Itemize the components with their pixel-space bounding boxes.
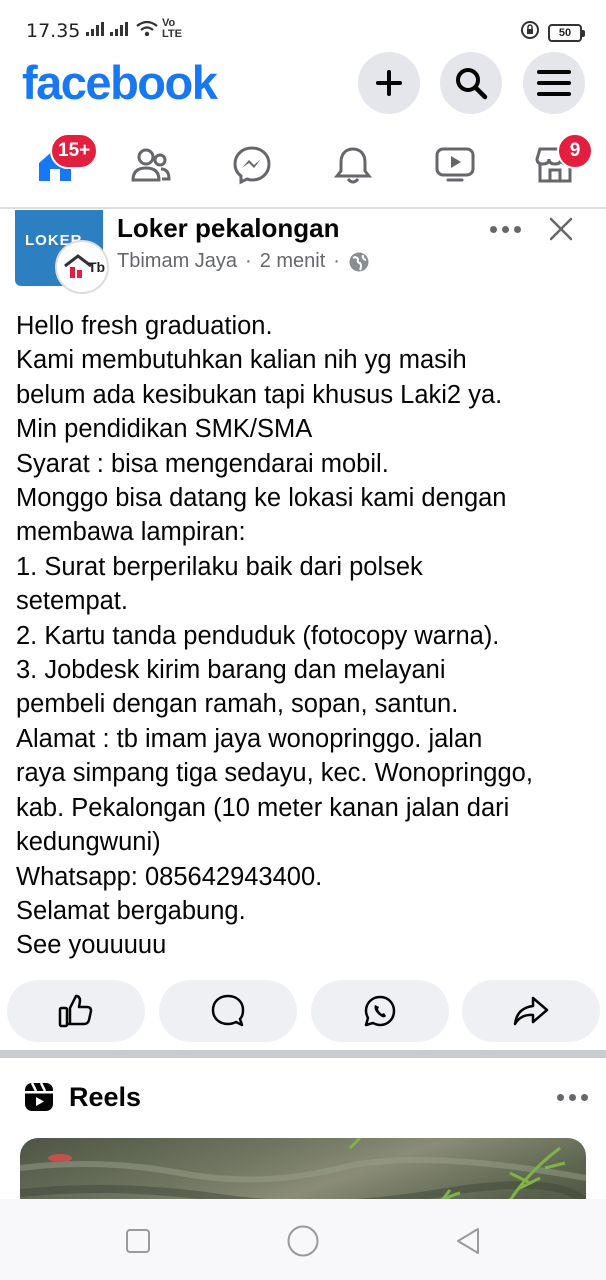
tab-watch[interactable]	[420, 125, 490, 205]
status-time: 17.35	[26, 20, 81, 42]
marketplace-badge: 9	[557, 133, 593, 169]
video-icon	[435, 147, 475, 182]
post-text-line: Hello fresh graduation.	[16, 312, 273, 340]
post-text-line: membawa lampiran:	[16, 518, 246, 547]
post-meta: Tbimam Jaya · 2 menit ·	[117, 250, 370, 273]
post-text-line: 3. Jobdesk kirim barang dan melayani	[16, 656, 446, 685]
recents-button[interactable]	[118, 1221, 158, 1261]
meta-separator-2: ·	[333, 250, 340, 272]
author-avatar[interactable]: Tb	[55, 240, 109, 294]
back-button[interactable]	[448, 1221, 488, 1261]
post-text-line: Min pendidikan SMK/SMA	[16, 415, 313, 444]
share-button[interactable]	[462, 980, 600, 1042]
bell-icon	[334, 147, 372, 184]
close-icon	[549, 217, 573, 241]
dot	[502, 226, 509, 233]
post-text-line: 1. Surat berperilaku baik dari polsek	[16, 552, 423, 581]
menu-button[interactable]	[523, 52, 585, 114]
post-actions	[0, 980, 606, 1042]
square-icon	[126, 1229, 150, 1253]
circle-icon	[287, 1225, 319, 1257]
post-text-line: Monggo bisa datang ke lokasi kami dengan	[16, 484, 507, 513]
search-button[interactable]	[440, 52, 502, 114]
post-text-line: kab. Pekalongan (10 meter kanan jalan da…	[16, 793, 510, 822]
hamburger-icon	[537, 70, 571, 96]
post-text-line: raya simpang tiga sedayu, kec. Wonopring…	[16, 759, 533, 788]
post-text-line: Selamat bergabung.	[16, 896, 246, 925]
dot	[490, 226, 497, 233]
post-text-line: belum ada kesibukan tapi khusus Laki2 ya…	[16, 380, 503, 409]
like-button[interactable]	[7, 980, 145, 1042]
messenger-icon	[233, 146, 271, 185]
tab-friends[interactable]	[116, 125, 186, 205]
dot	[557, 1094, 564, 1101]
friends-icon	[131, 148, 171, 182]
globe-icon	[349, 252, 369, 271]
tab-bar: 15+ 9	[0, 125, 606, 209]
battery-icon: 50	[548, 23, 585, 42]
home-nav-button[interactable]	[283, 1221, 323, 1261]
tab-home[interactable]: 15+	[20, 125, 99, 205]
lock-rotation-icon	[520, 20, 540, 45]
post-text-line: setempat.	[16, 587, 128, 616]
dot	[514, 226, 521, 233]
signal-icon	[86, 21, 132, 37]
post-text-line: Alamat : tb imam jaya wonopringgo. jalan	[16, 724, 483, 753]
post-text-line: pembeli dengan ramah, sopan, santun.	[16, 690, 459, 719]
post-text-line: Syarat : bisa mengendarai mobil.	[16, 449, 389, 478]
create-button[interactable]	[358, 52, 420, 114]
post-text: Hello fresh graduation. Kami membutuhkan …	[16, 309, 596, 963]
reels-title[interactable]: Reels	[69, 1082, 141, 1113]
home-badge: 15+	[50, 133, 99, 169]
author-avatar-text: Tb	[88, 259, 106, 275]
post-text-line: Kami membutuhkan kalian nih yg masih	[16, 346, 467, 375]
hide-post-button[interactable]	[546, 214, 576, 244]
post-text-line: See youuuuu	[16, 931, 167, 960]
post-text-line: 2. Kartu tanda penduduk (fotocopy warna)…	[16, 621, 500, 650]
whatsapp-icon	[364, 995, 396, 1027]
facebook-logo[interactable]: facebook	[22, 55, 218, 110]
feed-divider	[0, 1050, 606, 1058]
whatsapp-send-button[interactable]	[311, 980, 449, 1042]
author-name[interactable]: Tbimam Jaya	[117, 250, 237, 273]
share-icon	[513, 996, 549, 1026]
meta-separator: ·	[245, 250, 252, 272]
tab-notifications[interactable]	[318, 125, 388, 205]
reels-icon	[25, 1083, 53, 1111]
tab-marketplace[interactable]: 9	[520, 125, 593, 205]
dot	[581, 1094, 588, 1101]
tab-messenger[interactable]	[217, 125, 287, 205]
dot	[569, 1094, 576, 1101]
network-label: Vo LTE	[162, 17, 182, 40]
post-more-button[interactable]	[490, 226, 521, 233]
reels-more-button[interactable]	[557, 1094, 588, 1101]
plus-icon	[376, 70, 402, 96]
reels-header: Reels	[0, 1070, 606, 1126]
post-text-line: kedungwuni)	[16, 828, 161, 857]
search-icon	[456, 68, 488, 100]
wifi-icon	[136, 20, 158, 43]
thumbs-up-icon	[58, 994, 93, 1028]
post-time[interactable]: 2 menit	[260, 250, 326, 273]
group-name[interactable]: Loker pekalongan	[117, 213, 340, 244]
system-nav-bar	[0, 1199, 606, 1280]
comment-button[interactable]	[159, 980, 297, 1042]
status-bar: 17.35 Vo LTE 50	[0, 0, 606, 60]
comment-icon	[211, 994, 245, 1027]
post-text-line: Whatsapp: 085642943400.	[16, 862, 323, 891]
back-triangle-icon	[457, 1228, 479, 1254]
